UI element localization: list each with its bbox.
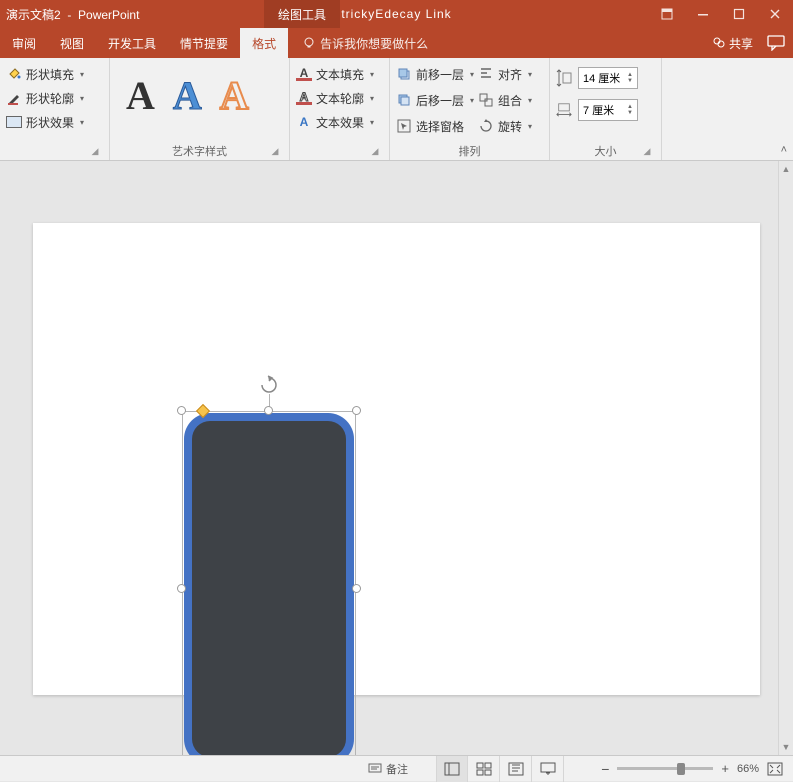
resize-handle-ne[interactable] — [352, 406, 361, 415]
wordart-preset-3[interactable]: A — [220, 72, 249, 119]
resize-handle-nw[interactable] — [177, 406, 186, 415]
share-icon — [712, 36, 726, 50]
group-size: 14 厘米▲▼ 7 厘米▲▼ 大小 ◢ — [550, 58, 662, 160]
wordart-preset-1[interactable]: A — [126, 72, 155, 119]
text-effects-button[interactable]: A 文本效果▾ — [296, 110, 383, 134]
group-arrange: 前移一层▾ 后移一层▾ 选择窗格 对齐▾ 组合▾ 旋转▾ 排列 — [390, 58, 550, 160]
contextual-tab-drawing-tools[interactable]: 绘图工具 — [264, 0, 340, 28]
shape-effects-button[interactable]: 形状效果▾ — [6, 110, 103, 134]
title-bar: 演示文稿2 - PowerPoint 绘图工具 trickyEdecay Lin… — [0, 0, 793, 28]
share-button[interactable]: 共享 — [712, 35, 753, 52]
send-backward-icon — [396, 92, 412, 108]
status-bar: 备注 − + 66% — [0, 755, 793, 781]
zoom-in-button[interactable]: + — [721, 761, 729, 776]
vertical-scrollbar[interactable]: ▲ ▼ — [778, 161, 793, 755]
minimize-button[interactable] — [685, 0, 721, 28]
group-text-styles: A 文本填充▾ A 文本轮廓▾ A 文本效果▾ ◢ — [290, 58, 390, 160]
rotate-button[interactable]: 旋转▾ — [478, 114, 532, 138]
slide-canvas-area: ▲ ▼ — [0, 161, 793, 755]
selected-rounded-rectangle-shape[interactable] — [182, 411, 356, 755]
tell-me[interactable]: 告诉我你想要做什么 — [302, 35, 428, 52]
group-shape-styles: 形状填充▾ 形状轮廓▾ 形状效果▾ ◢ — [0, 58, 110, 160]
notes-icon — [368, 763, 382, 775]
text-outline-icon: A — [296, 92, 312, 105]
notes-button[interactable]: 备注 — [368, 761, 408, 777]
tab-developer[interactable]: 开发工具 — [96, 28, 168, 58]
tab-review[interactable]: 审阅 — [0, 28, 48, 58]
selection-pane-button[interactable]: 选择窗格 — [396, 114, 474, 138]
wordart-preset-2[interactable]: A — [173, 72, 202, 119]
text-effects-icon: A — [296, 114, 312, 130]
comments-icon[interactable] — [767, 35, 785, 51]
effects-icon — [6, 114, 22, 130]
chevron-down-icon: ▾ — [78, 70, 84, 79]
scroll-up-icon[interactable]: ▲ — [779, 161, 793, 177]
resize-handle-n[interactable] — [264, 406, 273, 415]
slideshow-view-button[interactable] — [532, 756, 564, 782]
zoom-slider-thumb[interactable] — [677, 763, 685, 775]
close-button[interactable] — [757, 0, 793, 28]
scroll-down-icon[interactable]: ▼ — [779, 739, 793, 755]
slide-sorter-view-button[interactable] — [468, 756, 500, 782]
resize-handle-w[interactable] — [177, 584, 186, 593]
chevron-down-icon: ▾ — [368, 94, 374, 103]
normal-view-button[interactable] — [436, 756, 468, 782]
group-button[interactable]: 组合▾ — [478, 88, 532, 112]
paint-bucket-icon — [6, 66, 22, 82]
slide[interactable] — [33, 223, 760, 695]
fit-to-window-icon[interactable] — [767, 762, 783, 776]
reading-view-button[interactable] — [500, 756, 532, 782]
shape-width-input[interactable]: 7 厘米▲▼ — [578, 99, 638, 121]
chevron-down-icon: ▾ — [368, 70, 374, 79]
zoom-slider[interactable] — [617, 767, 713, 770]
shape-outline-button[interactable]: 形状轮廓▾ — [6, 86, 103, 110]
align-button[interactable]: 对齐▾ — [478, 62, 532, 86]
shape-height-input[interactable]: 14 厘米▲▼ — [578, 67, 638, 89]
dialog-launcher-icon[interactable]: ◢ — [269, 146, 281, 158]
selection-box — [182, 411, 356, 755]
collapse-ribbon-icon[interactable]: ˄ — [781, 144, 787, 156]
send-backward-button[interactable]: 后移一层▾ — [396, 88, 474, 112]
zoom-out-button[interactable]: − — [601, 761, 609, 777]
shape-fill-button[interactable]: 形状填充▾ — [6, 62, 103, 86]
chevron-down-icon: ▾ — [78, 94, 84, 103]
ribbon-tabs: 审阅 视图 开发工具 情节提要 格式 告诉我你想要做什么 共享 — [0, 28, 793, 58]
text-fill-icon: A — [296, 68, 312, 81]
bring-forward-button[interactable]: 前移一层▾ — [396, 62, 474, 86]
text-outline-button[interactable]: A 文本轮廓▾ — [296, 86, 383, 110]
group-label: 排列 — [459, 143, 481, 159]
tab-storyboard[interactable]: 情节提要 — [168, 28, 240, 58]
height-icon — [556, 70, 572, 86]
resize-handle-e[interactable] — [352, 584, 361, 593]
ribbon: 形状填充▾ 形状轮廓▾ 形状效果▾ ◢ A A A 艺术字样式 ◢ A 文本填充▾ — [0, 58, 793, 161]
maximize-button[interactable] — [721, 0, 757, 28]
rotate-handle[interactable] — [259, 375, 279, 395]
zoom-percentage[interactable]: 66% — [737, 763, 759, 775]
group-label: 大小 — [595, 143, 617, 159]
document-title: 演示文稿2 - PowerPoint — [0, 6, 139, 23]
pen-icon — [6, 90, 22, 106]
dialog-launcher-icon[interactable]: ◢ — [641, 146, 653, 158]
ribbon-display-options-icon[interactable] — [649, 0, 685, 28]
bulb-icon — [302, 36, 316, 50]
group-wordart-styles: A A A 艺术字样式 ◢ — [110, 58, 290, 160]
selection-pane-icon — [396, 118, 412, 134]
dialog-launcher-icon[interactable]: ◢ — [369, 146, 381, 158]
rotate-icon — [478, 118, 494, 134]
dialog-launcher-icon[interactable]: ◢ — [89, 146, 101, 158]
align-icon — [478, 66, 494, 82]
bring-forward-icon — [396, 66, 412, 82]
group-label: 艺术字样式 — [172, 143, 227, 159]
width-icon — [556, 102, 572, 118]
tab-format[interactable]: 格式 — [240, 28, 288, 58]
chevron-down-icon: ▾ — [368, 118, 374, 127]
text-fill-button[interactable]: A 文本填充▾ — [296, 62, 383, 86]
tab-view[interactable]: 视图 — [48, 28, 96, 58]
group-icon — [478, 92, 494, 108]
chevron-down-icon: ▾ — [78, 118, 84, 127]
brand-label: trickyEdecay Link — [341, 7, 451, 21]
